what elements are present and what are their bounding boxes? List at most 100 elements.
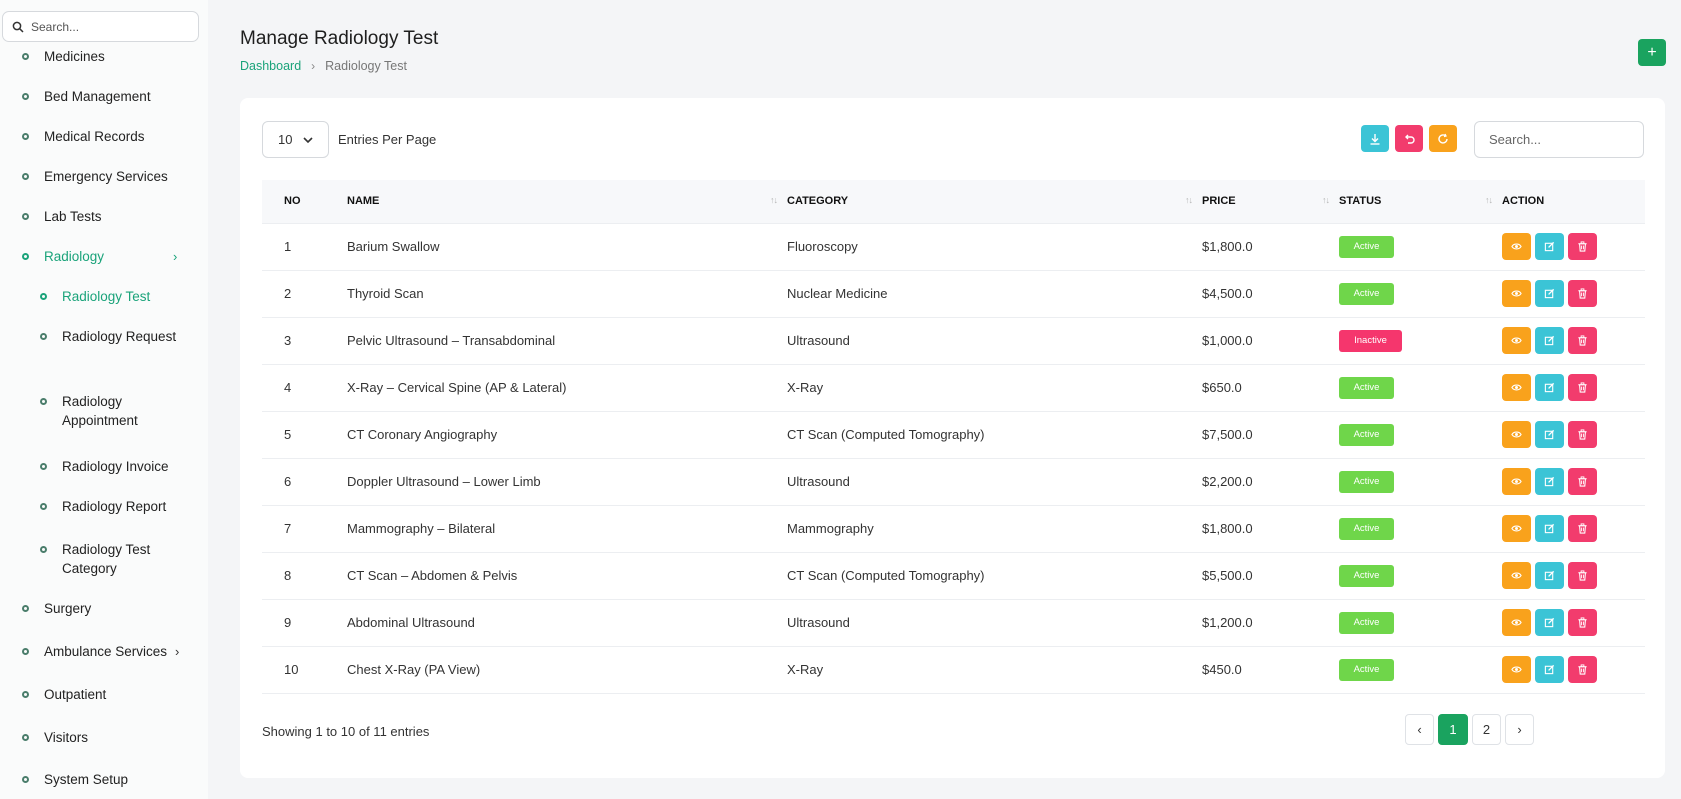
entries-per-page-label: Entries Per Page [338,132,437,147]
sidebar-item-system-setup[interactable]: System Setup [0,767,128,791]
breadcrumb-current: Radiology Test [325,59,407,73]
download-icon [1370,133,1380,145]
edit-button[interactable] [1535,515,1564,542]
sidebar-item-visitors[interactable]: Visitors [0,725,88,749]
trash-icon [1578,664,1587,675]
sidebar-item-medicines[interactable]: Medicines [0,44,105,68]
view-button[interactable] [1502,327,1531,354]
edit-icon [1544,429,1555,440]
sidebar-item-radiology-test-category[interactable]: Radiology Test Category [0,540,170,580]
entries-per-page-select[interactable]: 10 [262,121,329,158]
delete-button[interactable] [1568,280,1597,307]
search-icon [12,21,24,33]
view-button[interactable] [1502,233,1531,260]
undo-icon [1405,134,1415,144]
edit-icon [1544,617,1555,628]
sidebar-item-surgery[interactable]: Surgery [0,596,91,620]
cell-name: Barium Swallow [347,239,440,254]
edit-button[interactable] [1535,233,1564,260]
column-header-no[interactable]: NO [262,180,347,223]
edit-button[interactable] [1535,656,1564,683]
reset-button[interactable] [1395,125,1423,152]
cell-action [1502,223,1645,270]
export-button[interactable] [1361,125,1389,152]
edit-button[interactable] [1535,609,1564,636]
sidebar-item-lab-tests[interactable]: Lab Tests [0,204,102,228]
table-row: 5 CT Coronary Angiography CT Scan (Compute… [262,411,1645,458]
column-header-name[interactable]: NAME ↑↓ [347,180,787,223]
sort-icon: ↑↓ [1322,195,1330,205]
delete-button[interactable] [1568,515,1597,542]
table-row: 7 Mammography – Bilateral Mammography $1,80… [262,505,1645,552]
view-button[interactable] [1502,468,1531,495]
breadcrumb-dashboard-link[interactable]: Dashboard [240,59,301,73]
sidebar-item-ambulance-services[interactable]: Ambulance Services › [0,639,190,663]
sidebar-item-label: Visitors [44,729,89,745]
edit-button[interactable] [1535,468,1564,495]
column-header-category[interactable]: CATEGORY ↑↓ [787,180,1202,223]
edit-button[interactable] [1535,374,1564,401]
table-search-input[interactable] [1474,121,1644,158]
pagination-page-2[interactable]: 2 [1472,714,1501,745]
cell-category: X-Ray [787,662,824,677]
column-header-action: ACTION [1502,195,1545,208]
delete-button[interactable] [1568,562,1597,589]
delete-button[interactable] [1568,374,1597,401]
column-header-status[interactable]: STATUS ↑↓ [1339,180,1502,223]
cell-action [1502,505,1645,552]
delete-button[interactable] [1568,327,1597,354]
view-button[interactable] [1502,515,1531,542]
sidebar-item-outpatient[interactable]: Outpatient [0,682,106,706]
refresh-button[interactable] [1429,125,1457,152]
view-button[interactable] [1502,656,1531,683]
eye-icon [1511,525,1522,532]
delete-button[interactable] [1568,609,1597,636]
eye-icon [1511,431,1522,438]
sidebar-search-input[interactable] [31,19,191,34]
sidebar-item-radiology-appointment[interactable]: Radiology Appointment [0,392,150,432]
sidebar-item-radiology-request[interactable]: Radiology Request [0,324,176,348]
delete-button[interactable] [1568,233,1597,260]
view-button[interactable] [1502,562,1531,589]
delete-button[interactable] [1568,421,1597,448]
eye-icon [1511,290,1522,297]
delete-button[interactable] [1568,468,1597,495]
view-button[interactable] [1502,374,1531,401]
sidebar-item-radiology[interactable]: Radiology › [0,244,190,268]
sidebar-item-radiology-test[interactable]: Radiology Test [0,284,150,308]
eye-icon [1511,478,1522,485]
view-button[interactable] [1502,609,1531,636]
status-badge: Active [1339,282,1394,305]
edit-button[interactable] [1535,562,1564,589]
sidebar-item-emergency-services[interactable]: Emergency Services [0,164,168,188]
pagination-page-1[interactable]: 1 [1438,714,1468,745]
view-button[interactable] [1502,280,1531,307]
sidebar-item-bed-management[interactable]: Bed Management [0,84,151,108]
table-row: 9 Abdominal Ultrasound Ultrasound $1,200.0 A… [262,599,1645,646]
status-badge: Active [1339,517,1394,540]
column-header-price[interactable]: PRICE ↑↓ [1202,180,1339,223]
edit-button[interactable] [1535,327,1564,354]
cell-no: 3 [284,333,292,348]
bullet-icon [22,52,29,60]
sidebar-item-radiology-report[interactable]: Radiology Report [0,494,166,518]
status-badge: Active [1339,470,1394,493]
sidebar-item-label: Medicines [44,48,105,64]
sidebar-item-radiology-invoice[interactable]: Radiology Invoice [0,454,169,478]
edit-button[interactable] [1535,421,1564,448]
chevron-right-icon: › [175,643,180,659]
pagination-prev-button[interactable]: ‹ [1405,714,1434,745]
refresh-icon [1438,133,1448,144]
cell-status: Active [1339,646,1502,693]
table-row: 2 Thyroid Scan Nuclear Medicine $4,500.0 Act… [262,270,1645,317]
add-radiology-test-button[interactable]: + [1638,39,1666,66]
delete-button[interactable] [1568,656,1597,683]
sidebar-item-medical-records[interactable]: Medical Records [0,124,145,148]
cell-category: Ultrasound [787,615,850,630]
cell-no: 7 [284,521,292,536]
sidebar-search-box[interactable] [2,11,199,42]
edit-button[interactable] [1535,280,1564,307]
view-button[interactable] [1502,421,1531,448]
bullet-icon [22,775,29,783]
pagination-next-button[interactable]: › [1505,714,1534,745]
